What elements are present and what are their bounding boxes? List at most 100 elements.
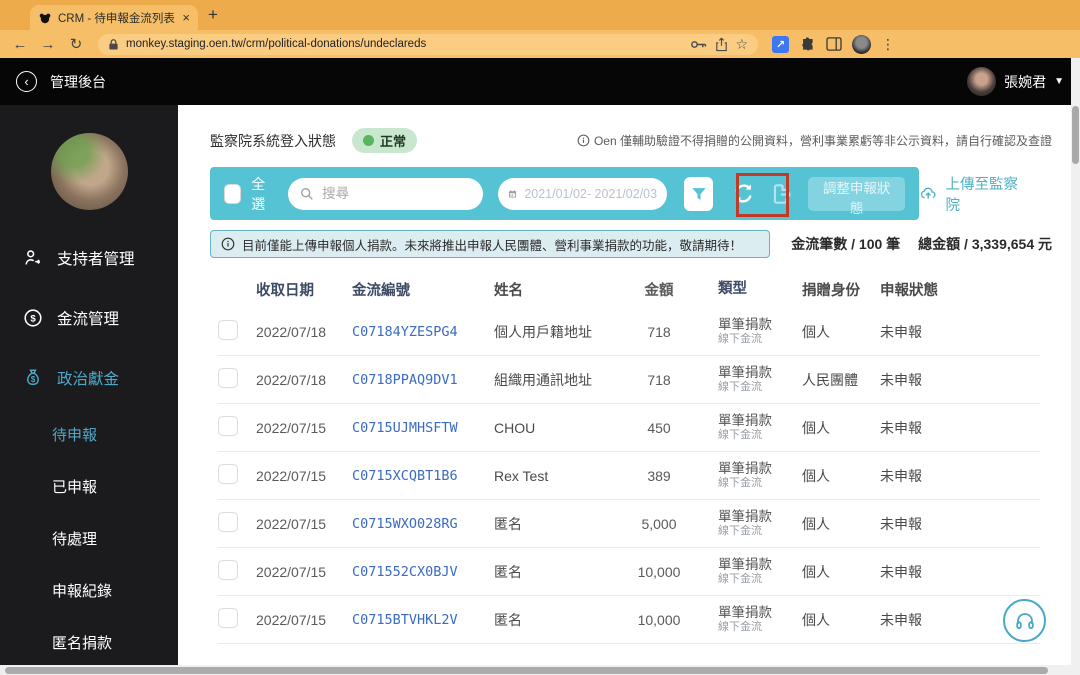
browser-menu-icon[interactable]: ⋮ [881, 36, 895, 53]
support-button[interactable] [1003, 599, 1046, 642]
horizontal-scrollbar[interactable] [0, 665, 1080, 675]
cashflow-count: 金流筆數 / 100 筆 [791, 236, 901, 252]
cell-type-channel: 線下金流 [718, 332, 762, 345]
row-checkbox-cell [218, 368, 256, 391]
cell-name: 匿名 [494, 563, 522, 580]
search-box[interactable] [288, 177, 484, 210]
browser-toolbar: ← → ↻ monkey.staging.oen.tw/crm/politica… [0, 30, 1080, 58]
row-checkbox-cell [218, 416, 256, 439]
user-menu[interactable]: 張婉君 ▼ [967, 67, 1064, 96]
table-header-row: 收取日期 金流編號 姓名 金額 類型 捐贈身份 申報狀態 [218, 270, 1040, 308]
cashflow-id-link[interactable]: C0715UJMHSFTW [352, 420, 494, 436]
disclaimer-text: Oen 僅輔助驗證不得捐贈的公開資料，營利事業累虧等非公示資料，請自行確認及查證 [593, 134, 1052, 148]
cashflow-id-link[interactable]: C0715WXO028RG [352, 516, 494, 532]
cell-date: 2022/07/15 [256, 467, 327, 484]
notice-text: 目前僅能上傳申報個人捐款。未來將推出申報人民團體、營利事業捐款的功能，敬請期待！ [242, 238, 743, 253]
sidebar-item-label: 政治獻金 [57, 371, 120, 388]
sidebar-subitem-pending[interactable]: 待處理 [0, 526, 178, 550]
url-bar[interactable]: monkey.staging.oen.tw/crm/political-dona… [98, 33, 758, 55]
admin-title: 管理後台 [50, 73, 106, 90]
filter-button[interactable] [684, 176, 713, 211]
info-icon [577, 134, 590, 147]
upload-to-control-yuan-button[interactable]: 上傳至監察院 [919, 173, 1030, 215]
row-checkbox-cell [218, 560, 256, 583]
money-bag-icon: $ [27, 369, 39, 386]
share-icon[interactable] [715, 36, 728, 52]
sidebar-subitem-anonymous[interactable]: 匿名捐款 [0, 630, 178, 654]
cell-name: CHOU [494, 419, 536, 436]
date-range-picker[interactable]: 2021/01/02- 2021/02/03 [498, 177, 668, 210]
user-name: 張婉君 [1004, 73, 1047, 90]
row-checkbox[interactable] [218, 320, 238, 340]
cell-type-channel: 線下金流 [718, 572, 762, 585]
disclaimer: Oen 僅輔助驗證不得捐贈的公開資料，營利事業累虧等非公示資料，請自行確認及查證 [577, 132, 1052, 149]
cell-date: 2022/07/15 [256, 515, 327, 532]
cashflow-id-link[interactable]: C0715BTVHKL2V [352, 612, 494, 628]
header-donor: 捐贈身份 [802, 282, 860, 299]
vertical-scrollbar[interactable] [1071, 58, 1080, 665]
header-type: 類型 [718, 280, 747, 297]
tab-close-icon[interactable]: × [182, 11, 190, 24]
back-circle-icon[interactable]: ‹ [16, 71, 37, 92]
browser-tab[interactable]: CRM - 待申報金流列表 | 政治獻金 × [30, 5, 198, 30]
sidebar-item-cashflow[interactable]: $ 金流管理 [0, 305, 178, 331]
row-checkbox[interactable] [218, 464, 238, 484]
sidebar-subitem-records[interactable]: 申報紀錄 [0, 578, 178, 602]
sidebar-item-supporters[interactable]: 支持者管理 [0, 245, 178, 271]
table-row: 2022/07/15 C071552CX0BJV 匿名 10,000 單筆捐款 … [218, 548, 1040, 596]
table-row: 2022/07/15 C0715BTVHKL2V 匿名 10,000 單筆捐款 … [218, 596, 1040, 644]
row-checkbox[interactable] [218, 608, 238, 628]
screenshot-extension-icon[interactable]: ↗ [772, 35, 789, 53]
password-key-icon[interactable] [690, 39, 708, 50]
calendar-icon [509, 189, 517, 197]
cell-donor: 個人 [802, 563, 830, 580]
export-button[interactable] [767, 177, 796, 211]
vertical-scrollbar-thumb[interactable] [1072, 106, 1079, 164]
cell-amount: 389 [647, 467, 671, 484]
header-name: 姓名 [494, 282, 523, 299]
sidebar-item-political-donations[interactable]: $ 政治獻金 [0, 365, 178, 391]
cell-type-main: 單筆捐款 [718, 557, 772, 573]
sidebar-subitem-declared[interactable]: 已申報 [0, 474, 178, 498]
cell-type-main: 單筆捐款 [718, 605, 772, 621]
cell-status: 未申報 [880, 467, 922, 484]
select-all-checkbox[interactable] [224, 183, 242, 204]
new-tab-button[interactable]: + [208, 5, 218, 25]
extensions-puzzle-icon[interactable] [799, 36, 816, 53]
bookmark-star-icon[interactable]: ☆ [735, 36, 748, 53]
row-checkbox[interactable] [218, 560, 238, 580]
browser-profile-avatar[interactable] [852, 34, 871, 54]
status-badge: 正常 [352, 128, 418, 153]
sync-declare-status-button[interactable] [727, 175, 759, 213]
admin-header: ‹ 管理後台 張婉君 ▼ [0, 58, 1080, 105]
cell-status: 未申報 [880, 515, 922, 532]
side-panel-icon[interactable] [826, 37, 842, 51]
back-icon[interactable]: ← [10, 36, 30, 53]
forward-icon[interactable]: → [38, 36, 58, 53]
subitem-label: 申報紀錄 [52, 582, 113, 600]
row-checkbox[interactable] [218, 416, 238, 436]
adjust-declare-status-button[interactable]: 調整申報狀態 [808, 176, 906, 216]
cell-donor: 個人 [802, 515, 830, 532]
horizontal-scrollbar-thumb[interactable] [5, 666, 1048, 674]
cell-status: 未申報 [880, 323, 922, 340]
subitem-label: 待處理 [52, 530, 98, 548]
cashflow-id-link[interactable]: C07184YZESPG4 [352, 324, 494, 340]
cell-date: 2022/07/18 [256, 371, 327, 388]
row-checkbox[interactable] [218, 368, 238, 388]
row-checkbox[interactable] [218, 512, 238, 532]
cell-name: 個人用戶籍地址 [494, 323, 592, 340]
cashflow-id-link[interactable]: C071552CX0BJV [352, 564, 494, 580]
cell-donor: 人民團體 [802, 371, 858, 388]
svg-text:$: $ [31, 375, 36, 384]
table-row: 2022/07/15 C0715UJMHSFTW CHOU 450 單筆捐款 線… [218, 404, 1040, 452]
search-input[interactable] [322, 186, 473, 201]
sidebar-subitem-undeclared[interactable]: 待申報 [0, 422, 178, 446]
dollar-circle-icon: $ [24, 309, 42, 327]
cell-donor: 個人 [802, 323, 830, 340]
cell-type-main: 單筆捐款 [718, 317, 772, 333]
cashflow-id-link[interactable]: C0718PPAQ9DV1 [352, 372, 494, 388]
date-range-text: 2021/01/02- 2021/02/03 [524, 186, 658, 201]
cashflow-id-link[interactable]: C0715XCQBT1B6 [352, 468, 494, 484]
reload-icon[interactable]: ↻ [66, 35, 86, 53]
